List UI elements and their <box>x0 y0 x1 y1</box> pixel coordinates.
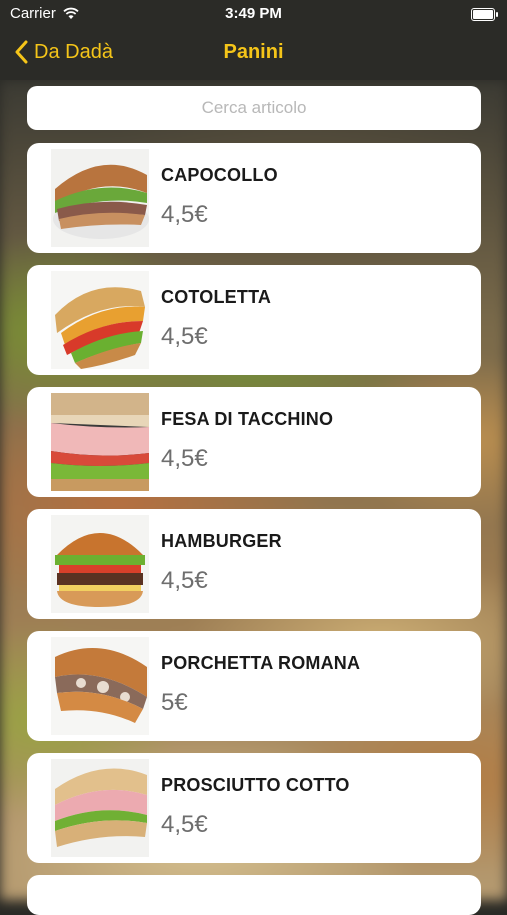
item-name: COTOLETTA <box>161 287 272 307</box>
item-price: 5€ <box>161 689 188 716</box>
status-bar: Carrier 3:49 PM <box>0 0 507 28</box>
battery-icon <box>471 8 498 21</box>
item-name: PORCHETTA ROMANA <box>161 653 361 673</box>
list-item[interactable]: PORCHETTA ROMANA 5€ <box>27 631 481 741</box>
item-name: HAMBURGER <box>161 531 282 551</box>
item-price: 4,5€ <box>161 323 208 350</box>
product-image <box>51 515 149 613</box>
status-time: 3:49 PM <box>225 5 282 22</box>
product-image <box>51 149 149 247</box>
item-name: PROSCIUTTO COTTO <box>161 775 350 795</box>
product-image <box>51 759 149 857</box>
product-image <box>51 637 149 735</box>
product-image <box>51 393 149 491</box>
item-name: CAPOCOLLO <box>161 165 278 185</box>
item-price: 4,5€ <box>161 201 208 228</box>
list-item[interactable]: PROSCIUTTO COTTO 4,5€ <box>27 753 481 863</box>
item-price: 4,5€ <box>161 811 208 838</box>
product-image <box>51 271 149 369</box>
item-name: FESA DI TACCHINO <box>161 409 334 429</box>
list-item[interactable]: COTOLETTA 4,5€ <box>27 265 481 375</box>
search-input[interactable]: Cerca articolo <box>27 86 481 130</box>
search-placeholder: Cerca articolo <box>201 98 307 117</box>
item-price: 4,5€ <box>161 567 208 594</box>
list-item[interactable]: CAPOCOLLO 4,5€ <box>27 143 481 253</box>
page-title: Panini <box>223 41 284 63</box>
list-item-partial[interactable] <box>27 875 481 915</box>
list-item[interactable]: HAMBURGER 4,5€ <box>27 509 481 619</box>
item-price: 4,5€ <box>161 445 208 472</box>
list-item[interactable]: FESA DI TACCHINO 4,5€ <box>27 387 481 497</box>
navigation-bar: Da Dadà Panini <box>0 28 507 80</box>
